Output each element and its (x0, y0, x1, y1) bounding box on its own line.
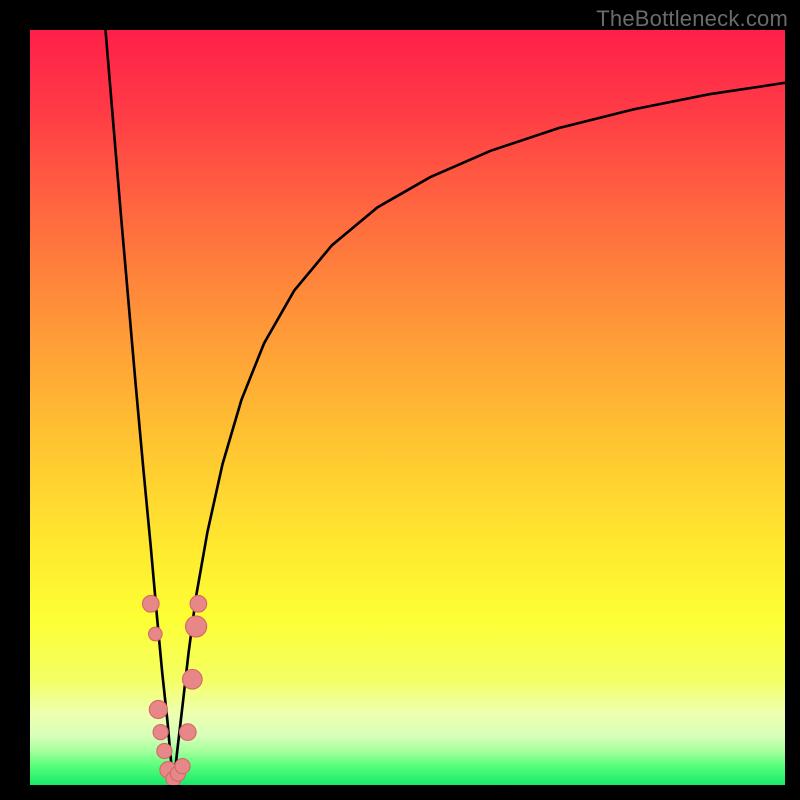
data-marker (149, 627, 163, 641)
curve-layer (30, 30, 785, 785)
data-marker (142, 595, 159, 612)
data-marker (157, 743, 172, 758)
marker-group (142, 595, 206, 785)
watermark-text: TheBottleneck.com (596, 6, 788, 32)
right-branch-curve (173, 83, 785, 785)
left-branch-curve (106, 30, 174, 785)
data-marker (149, 700, 167, 718)
data-marker (153, 725, 168, 740)
data-marker (190, 595, 207, 612)
plot-area (30, 30, 785, 785)
data-marker (183, 669, 203, 689)
data-marker (175, 759, 190, 774)
data-marker (186, 616, 207, 637)
chart-frame: TheBottleneck.com (0, 0, 800, 800)
data-marker (179, 724, 196, 741)
